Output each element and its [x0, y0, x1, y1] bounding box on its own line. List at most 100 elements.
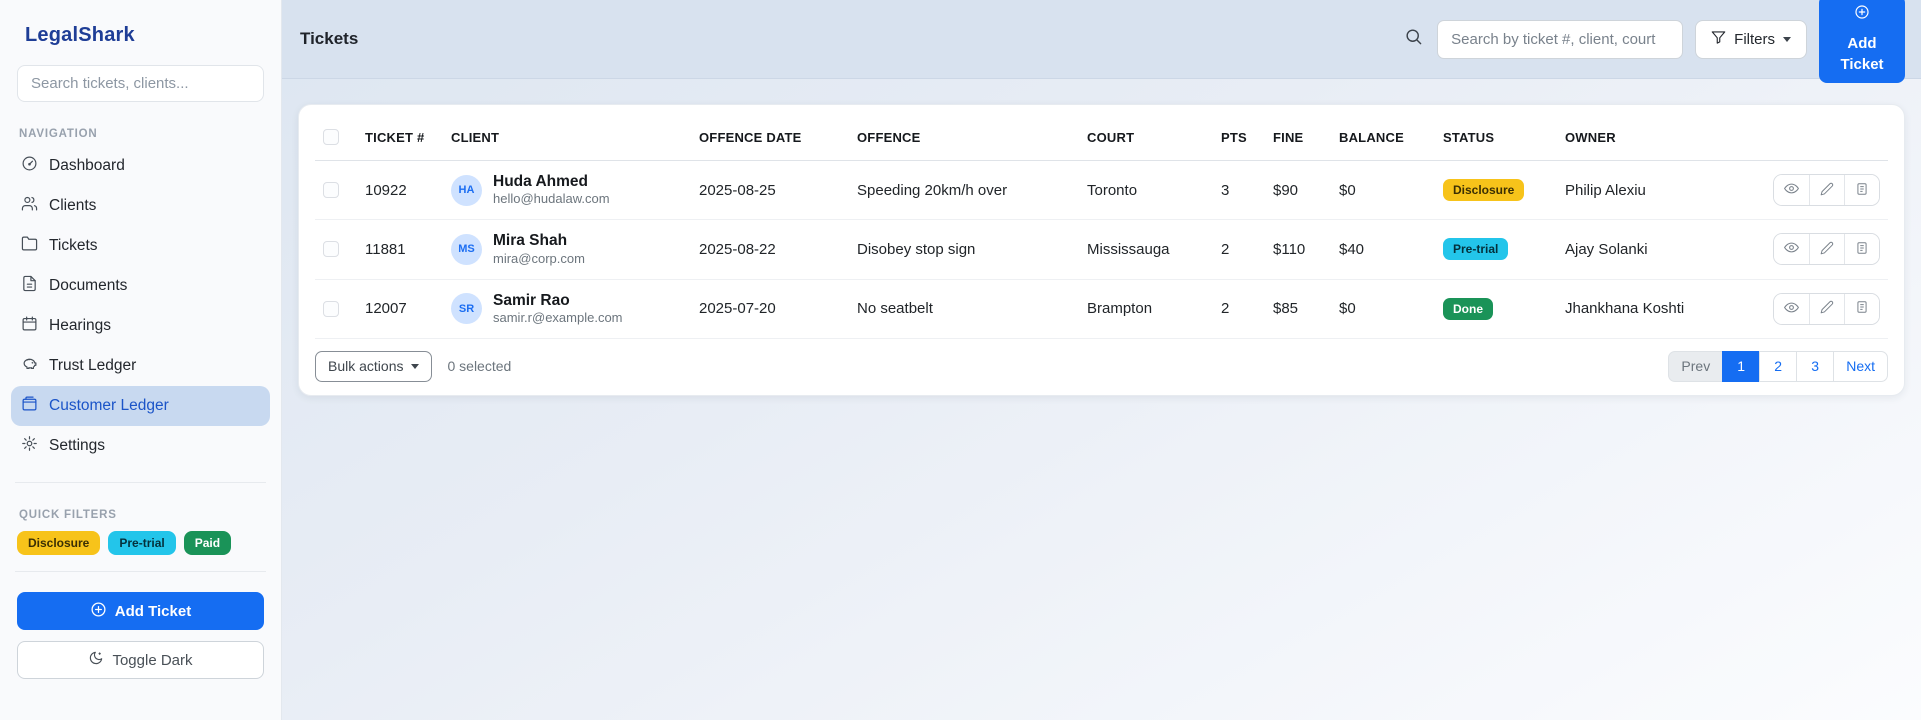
header-owner: OWNER: [1557, 119, 1729, 161]
pagination-page-2[interactable]: 2: [1759, 351, 1797, 382]
wallet-icon: [21, 395, 38, 417]
client-email: hello@hudalaw.com: [493, 191, 610, 208]
ticket-number: 10922: [357, 161, 443, 220]
eye-icon: [1784, 181, 1799, 199]
client-name: Samir Rao: [493, 291, 623, 310]
row-actions: [1773, 233, 1880, 265]
moon-icon: [88, 650, 104, 670]
sidebar-add-ticket-label: Add Ticket: [115, 603, 191, 620]
row-checkbox[interactable]: [323, 182, 339, 198]
sidebar-item-settings[interactable]: Settings: [11, 426, 270, 466]
calendar-icon: [21, 315, 38, 337]
sidebar-item-label: Hearings: [49, 317, 111, 335]
header-balance: BALANCE: [1331, 119, 1435, 161]
owner: Ajay Solanki: [1557, 220, 1729, 279]
sidebar-divider: [15, 571, 266, 572]
pagination-page-3[interactable]: 3: [1796, 351, 1834, 382]
notes-button[interactable]: [1844, 294, 1879, 324]
filters-button[interactable]: Filters: [1695, 20, 1807, 59]
pts: 2: [1213, 220, 1265, 279]
client-name: Mira Shah: [493, 231, 585, 250]
search-icon: [1404, 27, 1423, 51]
table-row: 10922 HA Huda Ahmed hello@hudalaw.com: [315, 161, 1888, 220]
notes-button[interactable]: [1844, 175, 1879, 205]
content-area: TICKET # CLIENT OFFENCE DATE OFFENCE COU…: [282, 79, 1921, 720]
bulk-actions-button[interactable]: Bulk actions: [315, 351, 432, 382]
edit-button[interactable]: [1809, 175, 1844, 205]
court: Mississauga: [1079, 220, 1213, 279]
sidebar-item-tickets[interactable]: Tickets: [11, 226, 270, 266]
sidebar-nav: Dashboard Clients Tickets Documents: [17, 146, 264, 466]
quick-filter-disclosure[interactable]: Disclosure: [17, 531, 100, 555]
quick-filters: Disclosure Pre-trial Paid: [17, 531, 264, 555]
table-header-row: TICKET # CLIENT OFFENCE DATE OFFENCE COU…: [315, 119, 1888, 161]
header-ticket: TICKET #: [357, 119, 443, 161]
avatar: HA: [451, 175, 482, 206]
table-footer: Bulk actions 0 selected Prev 1 2 3 Next: [299, 339, 1904, 395]
edit-button[interactable]: [1809, 294, 1844, 324]
sidebar: LegalShark NAVIGATION Dashboard Clients: [0, 0, 282, 720]
sidebar-item-label: Dashboard: [49, 157, 125, 175]
sidebar-search-input[interactable]: [17, 65, 264, 102]
tickets-table: TICKET # CLIENT OFFENCE DATE OFFENCE COU…: [315, 119, 1888, 339]
sidebar-item-hearings[interactable]: Hearings: [11, 306, 270, 346]
sidebar-item-label: Settings: [49, 437, 105, 455]
nav-section-label: NAVIGATION: [19, 128, 264, 140]
balance: $0: [1331, 279, 1435, 338]
eye-icon: [1784, 240, 1799, 258]
sidebar-item-label: Tickets: [49, 237, 98, 255]
fine: $90: [1265, 161, 1331, 220]
offence: Disobey stop sign: [849, 220, 1079, 279]
sidebar-divider: [15, 482, 266, 483]
tickets-card: TICKET # CLIENT OFFENCE DATE OFFENCE COU…: [298, 104, 1905, 396]
sidebar-item-trust-ledger[interactable]: Trust Ledger: [11, 346, 270, 386]
sidebar-item-customer-ledger[interactable]: Customer Ledger: [11, 386, 270, 426]
owner: Jhankhana Koshti: [1557, 279, 1729, 338]
client-cell: HA Huda Ahmed hello@hudalaw.com: [451, 172, 683, 208]
topbar-search-input[interactable]: [1437, 20, 1683, 59]
fine: $85: [1265, 279, 1331, 338]
avatar: MS: [451, 234, 482, 265]
selected-count: 0 selected: [447, 358, 511, 374]
sidebar-item-label: Customer Ledger: [49, 397, 169, 415]
row-checkbox[interactable]: [323, 301, 339, 317]
journal-icon: [1855, 300, 1869, 317]
brand-logo: LegalShark: [25, 24, 264, 47]
edit-button[interactable]: [1809, 234, 1844, 264]
ticket-number: 12007: [357, 279, 443, 338]
pagination-next[interactable]: Next: [1833, 351, 1888, 382]
notes-button[interactable]: [1844, 234, 1879, 264]
offence: No seatbelt: [849, 279, 1079, 338]
quick-filter-pretrial[interactable]: Pre-trial: [108, 531, 175, 555]
sidebar-item-clients[interactable]: Clients: [11, 186, 270, 226]
chevron-down-icon: [1783, 37, 1791, 42]
table-row: 11881 MS Mira Shah mira@corp.com: [315, 220, 1888, 279]
add-ticket-button[interactable]: Add Ticket: [1819, 0, 1905, 83]
ticket-number: 11881: [357, 220, 443, 279]
header-fine: FINE: [1265, 119, 1331, 161]
view-button[interactable]: [1774, 175, 1809, 205]
view-button[interactable]: [1774, 294, 1809, 324]
sidebar-item-documents[interactable]: Documents: [11, 266, 270, 306]
sidebar-item-label: Trust Ledger: [49, 357, 136, 375]
sidebar-item-label: Documents: [49, 277, 127, 295]
quick-filter-paid[interactable]: Paid: [184, 531, 231, 555]
select-all-checkbox[interactable]: [323, 129, 339, 145]
row-checkbox[interactable]: [323, 241, 339, 257]
toggle-dark-label: Toggle Dark: [112, 652, 192, 669]
pagination-page-1[interactable]: 1: [1722, 351, 1760, 382]
sidebar-item-dashboard[interactable]: Dashboard: [11, 146, 270, 186]
topbar-search: [1404, 20, 1683, 59]
table-row: 12007 SR Samir Rao samir.r@example.com: [315, 279, 1888, 338]
pagination-prev[interactable]: Prev: [1668, 351, 1723, 382]
balance: $0: [1331, 161, 1435, 220]
client-email: mira@corp.com: [493, 251, 585, 268]
toggle-dark-button[interactable]: Toggle Dark: [17, 641, 264, 679]
offence-date: 2025-08-22: [691, 220, 849, 279]
sidebar-add-ticket-button[interactable]: Add Ticket: [17, 592, 264, 630]
gauge-icon: [21, 155, 38, 177]
quick-filters-label: QUICK FILTERS: [19, 509, 264, 521]
journal-icon: [1855, 241, 1869, 258]
owner: Philip Alexiu: [1557, 161, 1729, 220]
view-button[interactable]: [1774, 234, 1809, 264]
